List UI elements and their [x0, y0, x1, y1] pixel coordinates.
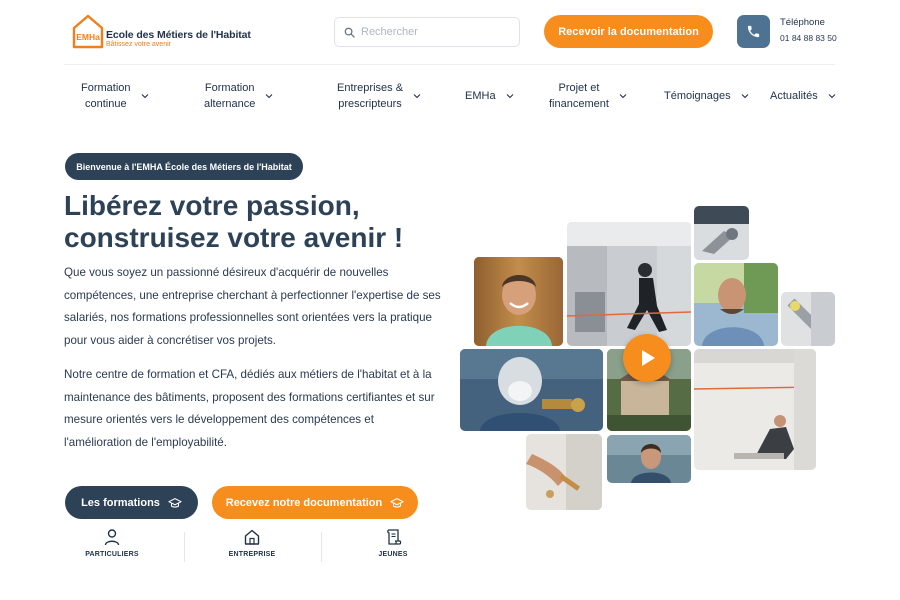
audience-label: JEUNES: [378, 551, 408, 558]
play-video-button[interactable]: [623, 334, 671, 382]
play-icon: [642, 350, 655, 366]
logo-mark: EMHa: [76, 32, 100, 42]
nav-actualites[interactable]: Actualités: [770, 74, 836, 118]
photo-tile-hands-chisel: [526, 434, 602, 510]
divider: [321, 532, 322, 562]
phone-label: Téléphone: [780, 17, 825, 28]
nav-entreprises[interactable]: Entreprises & prescripteurs: [337, 74, 421, 118]
logo-name: Ecole des Métiers de l'Habitat: [106, 29, 251, 41]
nav-projet-financement[interactable]: Projet et financement: [549, 74, 627, 118]
nav-label: Projet et financement: [549, 82, 609, 110]
hero-title: Libérez votre passion, construisez votre…: [64, 190, 464, 254]
graduation-cap-icon: [390, 497, 404, 508]
site-header: EMHa Ecole des Métiers de l'Habitat Bâti…: [0, 0, 900, 64]
chevron-down-icon: [741, 94, 749, 99]
formations-button-label: Les formations: [81, 496, 160, 509]
photo-tile-welder-mask: [460, 349, 603, 431]
photo-tile-smiling-man: [474, 257, 563, 346]
search-icon: [344, 27, 355, 38]
hero-title-line2: construisez votre avenir !: [64, 222, 404, 253]
audience-label: ENTREPRISE: [228, 551, 276, 558]
nav-label: Formation alternance: [204, 82, 256, 110]
audience-label: PARTICULIERS: [85, 551, 139, 558]
header-divider: [64, 64, 835, 65]
nav-label: Entreprises & prescripteurs: [337, 82, 404, 110]
photo-tile-woman: [607, 435, 691, 483]
nav-emha[interactable]: EMHa: [465, 74, 514, 118]
chevron-down-icon: [413, 94, 421, 99]
receive-our-documentation-button[interactable]: Recevez notre documentation: [212, 486, 418, 519]
hero-paragraph-1: Que vous soyez un passionné désireux d'a…: [64, 266, 441, 347]
photo-tile-worker-leaping: [567, 222, 691, 346]
nav-formation-continue[interactable]: Formation continue: [81, 74, 149, 118]
chevron-down-icon: [141, 94, 148, 99]
home-icon: [244, 529, 260, 545]
chevron-down-icon: [506, 94, 513, 99]
nav-formation-alternance[interactable]: Formation alternance: [204, 74, 273, 118]
logo[interactable]: EMHa Ecole des Métiers de l'Habitat Bâti…: [72, 13, 251, 51]
chevron-down-icon: [265, 94, 273, 99]
hero-paragraph-2: Notre centre de formation et CFA, dédiés…: [64, 368, 435, 449]
photo-tile-floor-work: [694, 349, 816, 470]
chevron-down-icon: [619, 94, 627, 99]
logo-tagline: Bâtissez votre avenir: [106, 41, 171, 48]
nav-label: Témoignages: [664, 90, 731, 102]
nav-label: EMHa: [465, 90, 496, 102]
phone-button[interactable]: [737, 15, 770, 48]
audience-particuliers[interactable]: PARTICULIERS: [52, 528, 172, 568]
divider: [184, 532, 185, 562]
house-logo-icon: EMHa: [72, 14, 104, 49]
person-icon: [104, 529, 120, 546]
main-nav: Formation continue Formation alternance …: [64, 74, 836, 118]
hero-title-line1: Libérez votre passion,: [64, 190, 360, 221]
formations-button[interactable]: Les formations: [65, 486, 198, 519]
audience-jeunes[interactable]: JEUNES: [333, 528, 453, 568]
receive-documentation-button[interactable]: Recevoir la documentation: [544, 15, 713, 48]
photo-tile-spray: [781, 292, 835, 346]
photo-tile-bald-man: [694, 263, 778, 346]
welcome-badge: Bienvenue à l'EMHA École des Métiers de …: [65, 153, 303, 180]
documentation-button-label: Recevez notre documentation: [225, 496, 383, 509]
nav-label: Formation continue: [81, 82, 131, 110]
nav-temoignages[interactable]: Témoignages: [664, 74, 749, 118]
graduation-cap-icon: [168, 497, 182, 508]
search-input[interactable]: [361, 18, 511, 46]
chevron-down-icon: [828, 94, 836, 99]
audience-entreprise[interactable]: ENTREPRISE: [192, 528, 312, 568]
nav-label: Actualités: [770, 90, 818, 102]
phone-icon: [747, 25, 760, 38]
photo-tile-tool: [694, 206, 749, 260]
scroll-icon: [387, 529, 402, 545]
search-box[interactable]: [334, 17, 520, 47]
phone-number[interactable]: 01 84 88 83 50: [780, 33, 837, 43]
